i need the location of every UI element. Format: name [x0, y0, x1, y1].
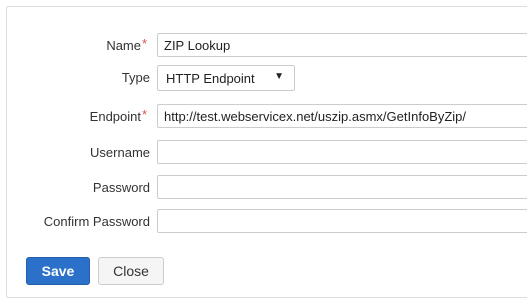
type-label: Type — [121, 70, 150, 85]
type-row: Type HTTP Endpoint ▼ — [0, 65, 527, 91]
confirm-password-label: Confirm Password — [43, 214, 150, 229]
type-select-value: HTTP Endpoint — [166, 71, 255, 86]
confirm-password-input[interactable] — [157, 209, 527, 233]
type-select[interactable]: HTTP Endpoint ▼ — [157, 65, 295, 91]
name-label: Name — [106, 38, 141, 53]
username-row: Username — [0, 140, 527, 166]
name-row: Name * ZIP Lookup — [0, 33, 527, 59]
username-label: Username — [90, 145, 150, 160]
username-input[interactable] — [157, 140, 527, 164]
endpoint-required-marker: * — [142, 107, 148, 122]
confirm-password-row: Confirm Password — [0, 209, 527, 235]
password-row: Password — [0, 175, 527, 201]
save-button[interactable]: Save — [26, 257, 90, 285]
password-input[interactable] — [157, 175, 527, 199]
name-input[interactable]: ZIP Lookup — [157, 33, 527, 57]
endpoint-label: Endpoint — [89, 109, 141, 124]
chevron-down-icon: ▼ — [274, 71, 284, 82]
endpoint-input[interactable]: http://test.webservicex.net/uszip.asmx/G… — [157, 104, 527, 128]
close-button[interactable]: Close — [98, 257, 164, 285]
name-required-marker: * — [142, 36, 148, 51]
password-label: Password — [92, 180, 150, 195]
endpoint-row: Endpoint * http://test.webservicex.net/u… — [0, 104, 527, 130]
